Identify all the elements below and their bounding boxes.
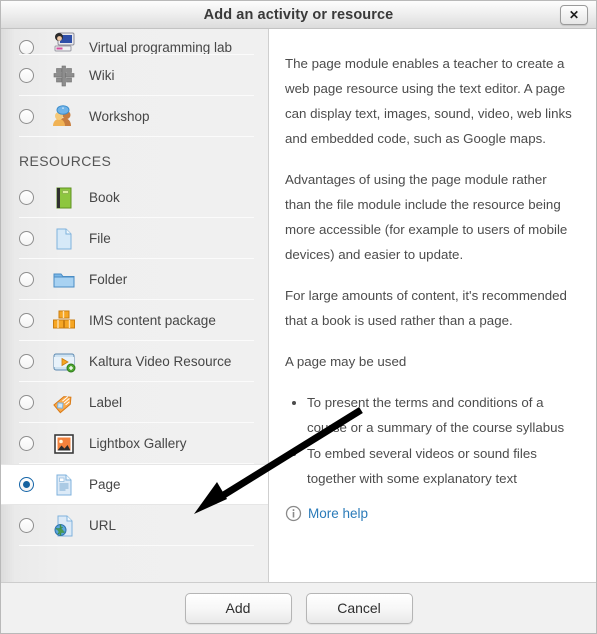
svg-text:": " (62, 108, 64, 114)
list-item-folder[interactable]: Folder (1, 259, 268, 300)
dialog-title: Add an activity or resource (203, 6, 394, 23)
list-item: To present the terms and conditions of a… (307, 390, 576, 440)
row-separator (19, 545, 254, 546)
radio-wiki[interactable] (19, 68, 34, 83)
url-icon (51, 513, 77, 539)
more-help-label: More help (308, 506, 369, 521)
more-help-link[interactable]: More help (285, 505, 576, 522)
lightbox-gallery-icon (51, 431, 77, 457)
list-item-label: Book (89, 190, 120, 205)
list-item-wiki[interactable]: Wiki (1, 55, 268, 96)
list-item-label: Folder (89, 272, 128, 287)
kaltura-video-icon (51, 349, 77, 375)
add-button[interactable]: Add (184, 592, 292, 624)
radio-ims-content-package[interactable] (19, 313, 34, 328)
description-paragraph: The page module enables a teacher to cre… (285, 56, 572, 146)
list-item-url[interactable]: URL (1, 505, 268, 546)
radio-book[interactable] (19, 190, 34, 205)
dialog-footer: Add Cancel (1, 582, 596, 633)
description-paragraph: A page may be used (285, 354, 407, 369)
list-item-label: Wiki (89, 68, 115, 83)
radio-label-resource[interactable] (19, 395, 34, 410)
radio-url[interactable] (19, 518, 34, 533)
list-item-virtual-programming-lab[interactable]: Virtual programming lab (1, 29, 268, 55)
dialog-body: Virtual programming lab Wiki " Workshop … (1, 29, 596, 582)
add-activity-dialog: Add an activity or resource ✕ Virtual pr… (0, 0, 597, 634)
list-item: To embed several videos or sound files t… (307, 441, 576, 491)
label-tag-icon (51, 390, 77, 416)
list-item-label-resource[interactable]: Label (1, 382, 268, 423)
cancel-button[interactable]: Cancel (305, 592, 413, 624)
radio-page[interactable] (19, 477, 34, 492)
description-paragraph: Advantages of using the page module rath… (285, 172, 568, 262)
description-bullet-list: To present the terms and conditions of a… (285, 390, 576, 491)
radio-kaltura-video-resource[interactable] (19, 354, 34, 369)
workshop-icon: " (51, 104, 77, 130)
wiki-icon (51, 63, 77, 89)
info-circle-icon (285, 505, 302, 522)
activity-list-pane[interactable]: Virtual programming lab Wiki " Workshop … (1, 29, 269, 582)
radio-lightbox-gallery[interactable] (19, 436, 34, 451)
list-item-label: Page (89, 477, 121, 492)
description-pane: The page module enables a teacher to cre… (269, 29, 596, 582)
folder-icon (51, 267, 77, 293)
dialog-titlebar: Add an activity or resource ✕ (1, 1, 596, 29)
list-item-label: Workshop (89, 109, 150, 124)
vpl-icon (51, 29, 77, 55)
radio-workshop[interactable] (19, 109, 34, 124)
close-icon: ✕ (568, 8, 580, 22)
row-separator (19, 136, 254, 137)
list-item-label: Kaltura Video Resource (89, 354, 232, 369)
list-item-file[interactable]: File (1, 218, 268, 259)
radio-virtual-programming-lab[interactable] (19, 40, 34, 55)
description-paragraph: For large amounts of content, it's recom… (285, 288, 567, 328)
close-button[interactable]: ✕ (560, 5, 588, 25)
list-item-workshop[interactable]: " Workshop (1, 96, 268, 137)
page-icon (51, 472, 77, 498)
list-item-lightbox-gallery[interactable]: Lightbox Gallery (1, 423, 268, 464)
list-item-label: Lightbox Gallery (89, 436, 187, 451)
list-item-ims-content-package[interactable]: IMS content package (1, 300, 268, 341)
ims-package-icon (51, 308, 77, 334)
list-item-label: Virtual programming lab (89, 40, 233, 55)
radio-folder[interactable] (19, 272, 34, 287)
book-icon (51, 185, 77, 211)
list-item-book[interactable]: Book (1, 177, 268, 218)
list-item-label: File (89, 231, 111, 246)
list-item-kaltura-video-resource[interactable]: Kaltura Video Resource (1, 341, 268, 382)
list-item-label: Label (89, 395, 123, 410)
group-header-resources: RESOURCES (19, 153, 112, 169)
list-item-label: IMS content package (89, 313, 216, 328)
list-item-label: URL (89, 518, 117, 533)
radio-file[interactable] (19, 231, 34, 246)
file-icon (51, 226, 77, 252)
list-item-page[interactable]: Page (1, 464, 268, 505)
